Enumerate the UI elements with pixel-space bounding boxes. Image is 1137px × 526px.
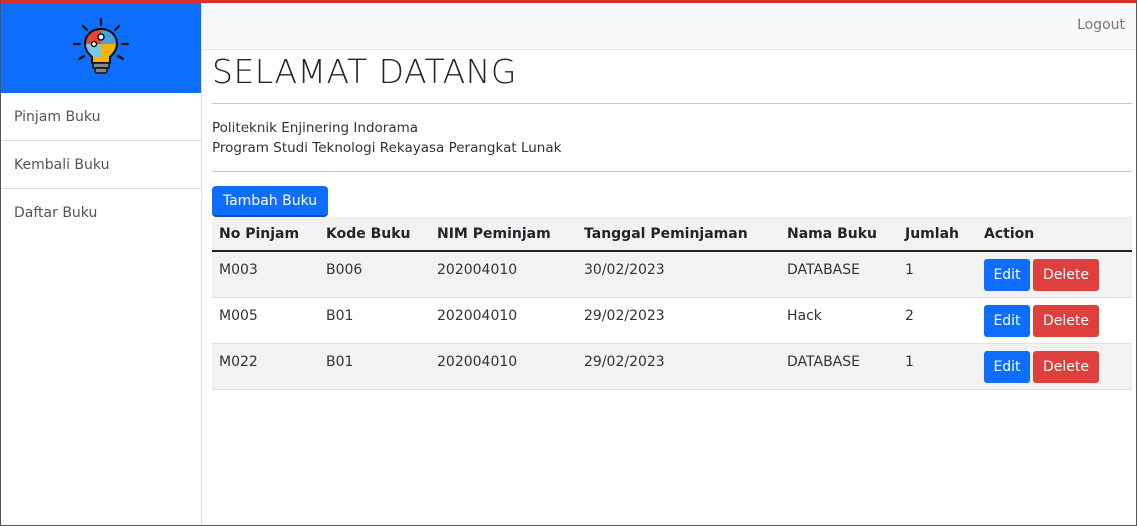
sidebar: Pinjam Buku Kembali Buku Daftar Buku: [0, 3, 202, 526]
sidebar-item-label: Kembali Buku: [14, 156, 110, 173]
sidebar-item-kembali-buku[interactable]: Kembali Buku: [0, 141, 201, 189]
table-row: M005 B01 202004010 29/02/2023 Hack 2 Edi…: [212, 297, 1132, 343]
column-header-nama-buku: Nama Buku: [787, 225, 877, 242]
column-header-kode-buku: Kode Buku: [326, 225, 411, 242]
delete-button[interactable]: Delete: [1033, 304, 1099, 337]
cell-actions: Edit Delete: [977, 343, 1132, 389]
top-navbar: Logout: [202, 3, 1136, 50]
logo-area[interactable]: [0, 3, 201, 93]
cell-nim-peminjam: 202004010: [437, 262, 518, 278]
table-header-row: No Pinjam Kode Buku NIM Peminjam Tanggal…: [212, 217, 1132, 251]
add-book-button[interactable]: Tambah Buku: [212, 186, 328, 217]
institution-name: Politeknik Enjinering Indorama: [212, 120, 419, 136]
delete-button[interactable]: Delete: [1033, 259, 1099, 291]
cell-kode-buku: B01: [326, 353, 354, 370]
table-row: M003 B006 202004010 30/02/2023 DATABASE …: [212, 251, 1132, 297]
edit-button[interactable]: Edit: [984, 259, 1030, 291]
cell-tanggal-peminjaman: 30/02/2023: [584, 262, 665, 278]
delete-button[interactable]: Delete: [1033, 350, 1099, 383]
cell-jumlah: 2: [905, 307, 914, 324]
lightbulb-puzzle-icon: [72, 17, 129, 74]
edit-button[interactable]: Edit: [984, 350, 1030, 383]
sidebar-item-pinjam-buku[interactable]: Pinjam Buku: [0, 93, 201, 141]
cell-tanggal-peminjaman: 29/02/2023: [584, 307, 665, 324]
page-title: SELAMAT DATANG: [212, 52, 517, 91]
cell-kode-buku: B006: [326, 262, 363, 278]
loan-table: No Pinjam Kode Buku NIM Peminjam Tanggal…: [212, 217, 1132, 390]
cell-nim-peminjam: 202004010: [437, 307, 518, 324]
divider: [212, 171, 1132, 172]
cell-nama-buku: DATABASE: [787, 353, 860, 370]
cell-kode-buku: B01: [326, 307, 354, 324]
cell-tanggal-peminjaman: 29/02/2023: [584, 353, 665, 370]
edit-button[interactable]: Edit: [984, 304, 1030, 337]
column-header-tanggal-peminjaman: Tanggal Peminjaman: [584, 225, 748, 242]
divider: [212, 103, 1132, 104]
sidebar-item-label: Daftar Buku: [14, 205, 98, 221]
logout-link[interactable]: Logout: [1077, 17, 1125, 33]
cell-nama-buku: Hack: [787, 307, 822, 324]
sidebar-item-daftar-buku[interactable]: Daftar Buku: [0, 189, 201, 237]
cell-nama-buku: DATABASE: [787, 262, 860, 278]
column-header-no-pinjam: No Pinjam: [219, 225, 300, 242]
column-header-jumlah: Jumlah: [905, 225, 959, 242]
cell-actions: Edit Delete: [977, 251, 1132, 297]
study-program: Program Studi Teknologi Rekayasa Perangk…: [212, 140, 562, 156]
cell-nim-peminjam: 202004010: [437, 353, 518, 370]
cell-no-pinjam: M022: [219, 353, 258, 370]
cell-jumlah: 1: [905, 262, 914, 278]
column-header-nim-peminjam: NIM Peminjam: [437, 225, 551, 242]
cell-no-pinjam: M003: [219, 262, 258, 278]
sidebar-item-label: Pinjam Buku: [14, 108, 101, 125]
cell-jumlah: 1: [905, 353, 914, 370]
column-header-action: Action: [984, 225, 1035, 242]
table-row: M022 B01 202004010 29/02/2023 DATABASE 1…: [212, 343, 1132, 389]
cell-no-pinjam: M005: [219, 307, 258, 324]
cell-actions: Edit Delete: [977, 297, 1132, 343]
institution-info: Politeknik Enjinering Indorama Program S…: [212, 118, 561, 158]
main-content: SELAMAT DATANG Politeknik Enjinering Ind…: [212, 50, 1132, 389]
